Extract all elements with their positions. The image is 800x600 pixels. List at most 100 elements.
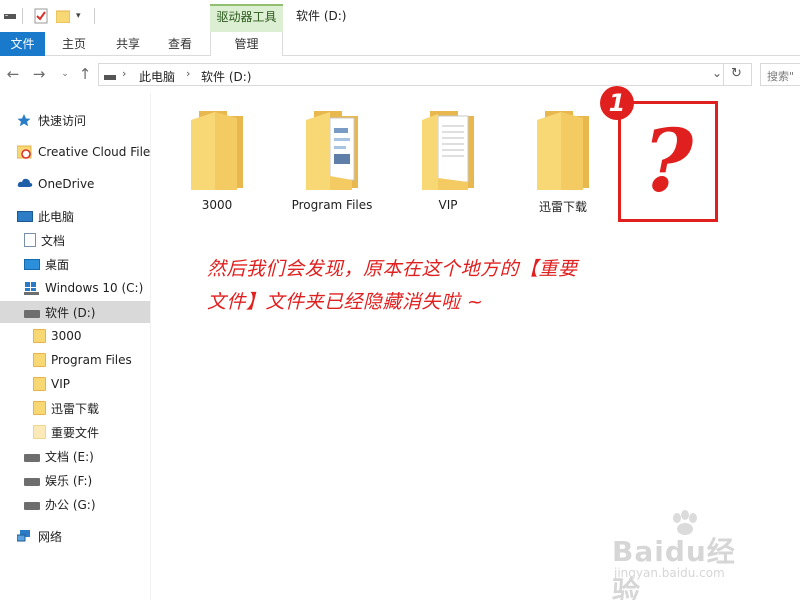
context-group-label: 驱动器工具	[216, 10, 277, 24]
sidebar-item-label: 桌面	[45, 257, 70, 272]
folder-with-documents-icon	[422, 111, 474, 190]
cloud-icon	[17, 177, 33, 191]
sidebar-item-drive-d[interactable]: 软件 (D:)	[0, 301, 150, 323]
sidebar-item-label: 娱乐 (F:)	[45, 473, 93, 488]
sidebar-item-onedrive[interactable]: OneDrive	[0, 173, 150, 195]
network-icon	[16, 529, 33, 543]
sidebar-item-label: 网络	[38, 529, 63, 544]
watermark-url: jingyan.baidu.com	[614, 566, 725, 580]
sidebar-item-label: Creative Cloud Files	[38, 145, 150, 159]
sidebar-item-folder-3000[interactable]: 3000	[0, 325, 150, 347]
folder-item-program-files[interactable]: Program Files	[287, 108, 377, 212]
sidebar-item-label: 办公 (G:)	[45, 497, 96, 512]
tab-view[interactable]: 查看	[158, 32, 202, 56]
sidebar-item-creative-cloud[interactable]: Creative Cloud Files	[0, 141, 150, 163]
sidebar-item-drive-f[interactable]: 娱乐 (F:)	[0, 469, 150, 491]
sidebar-item-drive-e[interactable]: 文档 (E:)	[0, 445, 150, 467]
breadcrumb-separator-icon[interactable]: ›	[122, 67, 126, 80]
toolbar-divider	[22, 8, 23, 24]
item-label: VIP	[438, 198, 458, 212]
back-arrow-icon[interactable]: ←	[4, 65, 22, 83]
star-icon	[17, 113, 33, 127]
step-number-badge: 1	[600, 86, 634, 120]
tab-share[interactable]: 共享	[106, 32, 150, 56]
folder-icon	[33, 401, 46, 415]
item-label: Program Files	[291, 198, 373, 212]
sidebar-item-label: 此电脑	[38, 209, 75, 224]
tab-home[interactable]: 主页	[52, 32, 96, 56]
sidebar-item-folder-important[interactable]: 重要文件	[0, 421, 150, 443]
drive-icon	[24, 454, 40, 462]
forward-arrow-icon[interactable]: →	[30, 65, 48, 83]
annotation-line-1: 然后我们会发现，原本在这个地方的【重要	[207, 258, 578, 280]
folder-icon	[33, 353, 46, 367]
sidebar-item-label: 软件 (D:)	[45, 305, 96, 320]
drive-icon	[24, 502, 40, 510]
breadcrumb-this-pc[interactable]: 此电脑	[139, 68, 175, 85]
item-label: 迅雷下载	[538, 200, 587, 214]
address-dropdown-chevron-icon[interactable]: ⌄	[712, 66, 722, 80]
sidebar-item-label: 迅雷下载	[51, 401, 100, 416]
sidebar-item-desktop[interactable]: 桌面	[0, 253, 150, 275]
drive-icon	[24, 478, 40, 486]
tab-file[interactable]: 文件	[0, 32, 45, 56]
watermark-logo: Baidu经验	[612, 535, 736, 600]
sidebar-item-drive-c[interactable]: Windows 10 (C:)	[0, 277, 150, 299]
sidebar-item-quick-access[interactable]: 快速访问	[0, 109, 150, 131]
breadcrumb-separator-icon[interactable]: ›	[186, 67, 190, 80]
sidebar-item-label: 快速访问	[38, 113, 87, 128]
new-folder-icon[interactable]	[56, 8, 70, 24]
context-tab-group: 驱动器工具	[210, 4, 283, 32]
pane-divider[interactable]	[150, 93, 151, 600]
navigation-pane: 快速访问 Creative Cloud Files OneDrive 此电脑 文…	[0, 100, 150, 600]
address-divider	[723, 63, 724, 86]
annotation-line-2: 文件】文件夹已经隐藏消失啦 ~	[207, 291, 484, 313]
properties-icon[interactable]	[34, 8, 48, 24]
sidebar-item-documents[interactable]: 文档	[0, 229, 150, 251]
search-box[interactable]: 搜索"	[760, 63, 800, 86]
sidebar-item-label: Windows 10 (C:)	[45, 281, 144, 295]
desktop-icon	[24, 258, 40, 270]
question-mark: ?	[642, 111, 694, 212]
sidebar-item-label: 3000	[51, 329, 82, 343]
breadcrumb-drive-d[interactable]: 软件 (D:)	[201, 68, 251, 85]
refresh-icon[interactable]: ↻	[731, 66, 742, 81]
folder-item-xunlei[interactable]: 迅雷下载	[518, 108, 608, 215]
windows-drive-icon	[24, 281, 40, 295]
folder-icon	[33, 329, 46, 343]
computer-icon	[17, 210, 33, 222]
folder-icon	[33, 377, 46, 391]
sidebar-item-network[interactable]: 网络	[0, 525, 150, 547]
address-bar[interactable]: › 此电脑 › 软件 (D:) ⌄ ↻	[98, 63, 752, 86]
sidebar-item-folder-program-files[interactable]: Program Files	[0, 349, 150, 371]
folder-item-vip[interactable]: VIP	[403, 108, 493, 212]
recent-locations-chevron-icon[interactable]: ⌄	[56, 65, 74, 83]
creative-cloud-folder-icon	[16, 145, 33, 159]
tab-manage[interactable]: 管理	[210, 32, 283, 56]
chevron-down-icon[interactable]: ▾	[76, 8, 81, 24]
title-bar: ▾ 驱动器工具 软件 (D:)	[0, 0, 800, 32]
drive-icon[interactable]	[4, 8, 16, 24]
folder-icon	[191, 111, 243, 190]
folder-with-files-icon	[306, 111, 358, 190]
navigation-bar: ← → ⌄ ↑ › 此电脑 › 软件 (D:) ⌄ ↻ 搜索"	[0, 57, 800, 93]
missing-folder-highlight: ?	[618, 101, 718, 222]
sidebar-item-label: Program Files	[51, 353, 132, 367]
sidebar-item-label: 重要文件	[51, 425, 100, 440]
drive-icon	[104, 70, 116, 84]
drive-icon	[24, 310, 40, 318]
window-title: 软件 (D:)	[296, 9, 347, 23]
sidebar-item-label: VIP	[51, 377, 70, 391]
baidu-watermark: Baidu经验 jingyan.baidu.com	[612, 510, 762, 600]
sidebar-item-drive-g[interactable]: 办公 (G:)	[0, 493, 150, 515]
sidebar-item-label: OneDrive	[38, 177, 95, 191]
hidden-folder-icon	[33, 425, 46, 439]
folder-item-3000[interactable]: 3000	[172, 108, 262, 212]
up-arrow-icon[interactable]: ↑	[76, 65, 94, 83]
sidebar-item-folder-vip[interactable]: VIP	[0, 373, 150, 395]
sidebar-item-label: 文档 (E:)	[45, 449, 94, 464]
document-icon	[24, 233, 36, 247]
item-label: 3000	[201, 198, 233, 212]
sidebar-item-this-pc[interactable]: 此电脑	[0, 205, 150, 227]
sidebar-item-folder-xunlei[interactable]: 迅雷下载	[0, 397, 150, 419]
